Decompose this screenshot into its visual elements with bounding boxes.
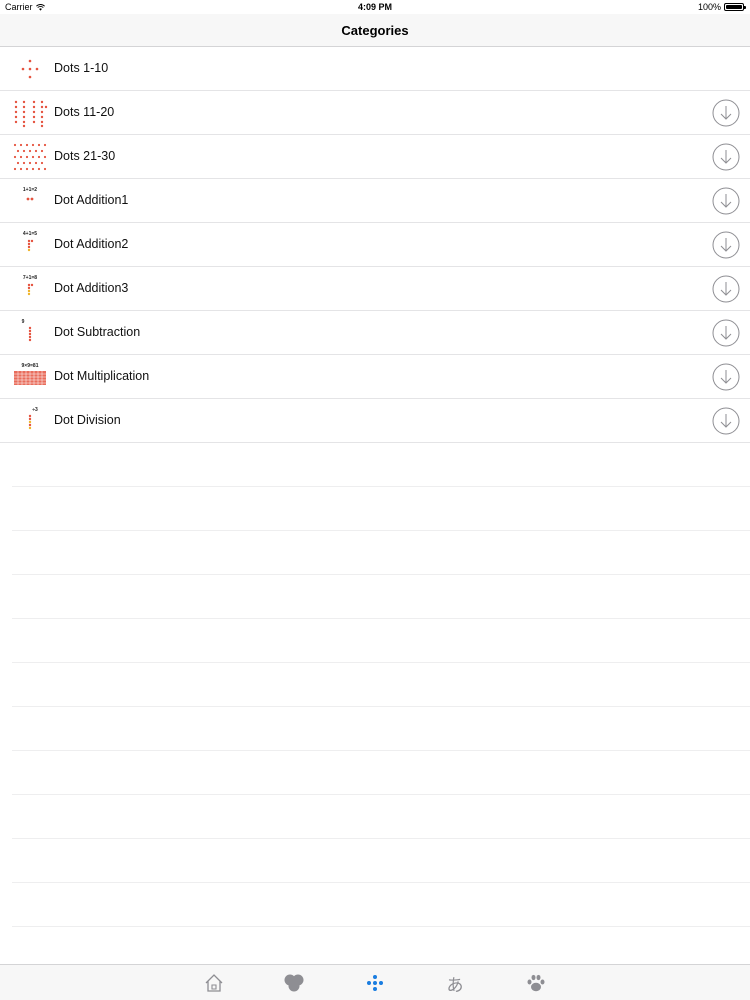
- dots-icon: [367, 975, 383, 991]
- download-icon[interactable]: [712, 363, 740, 391]
- empty-separator: [12, 663, 750, 707]
- battery-percent: 100%: [697, 2, 721, 12]
- dot-division-thumbnail: ÷3: [28, 407, 38, 430]
- dot-multiplication-thumbnail: 9×9=81: [14, 363, 46, 385]
- dot-addition2-thumbnail: 4+1=5: [23, 231, 37, 252]
- tab-bar: あ: [0, 964, 750, 1000]
- empty-separator: [12, 751, 750, 795]
- thumb-caption: 7+1=8: [23, 275, 37, 281]
- tab-shapes[interactable]: [281, 970, 307, 996]
- empty-separator: [12, 443, 750, 487]
- tab-home[interactable]: [201, 970, 227, 996]
- category-row-dot-division[interactable]: ÷3 Dot Division: [0, 399, 750, 443]
- category-label: Dot Division: [54, 413, 121, 427]
- navigation-bar: Categories: [0, 14, 750, 47]
- dots-11-20-thumbnail: [14, 100, 48, 128]
- tab-hiragana[interactable]: あ: [442, 970, 468, 996]
- empty-separator: [12, 883, 750, 927]
- category-row-dots-21-30[interactable]: Dots 21-30: [0, 135, 750, 179]
- category-label: Dots 11-20: [54, 105, 115, 119]
- category-row-dots-1-10[interactable]: Dots 1-10: [0, 47, 750, 91]
- category-row-dot-addition3[interactable]: 7+1=8 Dot Addition3: [0, 267, 750, 311]
- download-icon[interactable]: [712, 231, 740, 259]
- battery-info: 100%: [697, 2, 746, 12]
- category-row-dot-multiplication[interactable]: 9×9=81 Dot Multiplication: [0, 355, 750, 399]
- category-label: Dots 21-30: [54, 149, 116, 163]
- category-row-dot-addition1[interactable]: 1+1=2 Dot Addition1: [0, 179, 750, 223]
- download-icon[interactable]: [712, 407, 740, 435]
- download-icon[interactable]: [712, 275, 740, 303]
- download-icon[interactable]: [712, 319, 740, 347]
- clock: 4:09 PM: [357, 2, 392, 12]
- thumb-caption: 9: [22, 319, 25, 325]
- download-icon[interactable]: [712, 143, 740, 171]
- paw-icon: [527, 974, 545, 992]
- category-row-dot-subtraction[interactable]: 9 Dot Subtraction: [0, 311, 750, 355]
- dots-21-30-thumbnail: [13, 143, 47, 171]
- clover-icon: [284, 974, 304, 992]
- battery-icon: [724, 3, 746, 11]
- empty-separator: [12, 575, 750, 619]
- category-list: Dots 1-10 Dots 11-20 Dots 21-30 1+1=2 Do…: [0, 47, 750, 443]
- thumb-caption: 9×9=81: [22, 363, 39, 369]
- category-label: Dot Multiplication: [54, 369, 150, 383]
- download-icon[interactable]: [712, 187, 740, 215]
- dot-addition3-thumbnail: 7+1=8: [23, 275, 37, 296]
- hiragana-icon: あ: [446, 975, 464, 996]
- empty-separator: [12, 531, 750, 575]
- download-icon[interactable]: [712, 99, 740, 127]
- category-label: Dot Subtraction: [54, 325, 141, 339]
- thumb-caption: 1+1=2: [23, 187, 37, 193]
- empty-separator: [12, 839, 750, 883]
- tab-animals[interactable]: [523, 970, 549, 996]
- house-icon: [205, 974, 223, 992]
- category-label: Dot Addition2: [54, 237, 129, 251]
- dot-addition1-thumbnail: 1+1=2: [23, 187, 37, 201]
- category-label: Dots 1-10: [54, 61, 109, 75]
- tab-dots[interactable]: [362, 970, 388, 996]
- status-bar: Carrier 4:09 PM 100%: [0, 0, 750, 14]
- page-title: Categories: [341, 23, 409, 38]
- dots-1-10-thumbnail: [21, 59, 39, 79]
- thumb-caption: 4+1=5: [23, 231, 37, 237]
- category-label: Dot Addition1: [54, 193, 129, 207]
- category-row-dot-addition2[interactable]: 4+1=5 Dot Addition2: [0, 223, 750, 267]
- category-row-dots-11-20[interactable]: Dots 11-20: [0, 91, 750, 135]
- empty-separator: [12, 707, 750, 751]
- category-label: Dot Addition3: [54, 281, 129, 295]
- empty-separator: [12, 795, 750, 839]
- thumb-caption: ÷3: [32, 407, 38, 413]
- empty-separator: [12, 619, 750, 663]
- empty-separator: [12, 487, 750, 531]
- dot-subtraction-thumbnail: 9: [22, 319, 32, 342]
- empty-list-area: [12, 443, 750, 971]
